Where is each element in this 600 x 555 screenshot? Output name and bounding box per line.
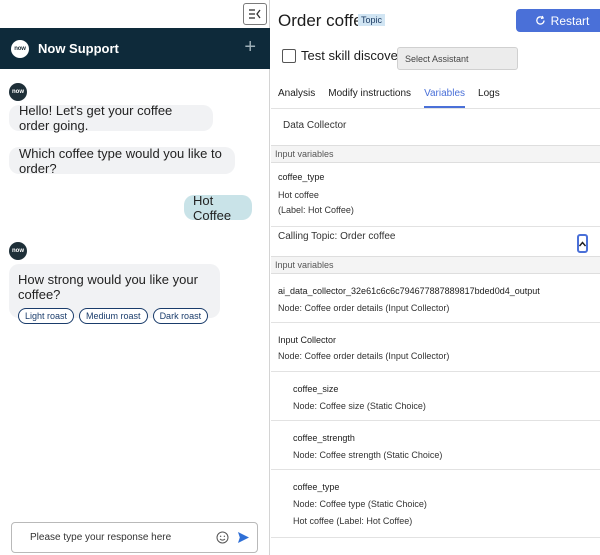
output-var-name: ai_data_collector_32e61c6c6c794677887889…: [278, 286, 540, 296]
chat-panel: now Now Support + now Hello! Let's get y…: [0, 0, 270, 555]
chevron-up-icon: [579, 240, 586, 246]
emoji-icon[interactable]: [216, 531, 229, 544]
calling-topic-text: Calling Topic: Order coffee: [278, 231, 396, 242]
collapse-panel-button[interactable]: [243, 3, 267, 25]
section-divider: [271, 226, 600, 227]
tabs-divider: [271, 108, 600, 109]
restart-button[interactable]: Restart: [516, 9, 600, 32]
collapse-icon: [249, 9, 261, 19]
topic-panel: Order coffee Topic Restart Test skill di…: [271, 0, 600, 555]
input-variables-header: Input variables: [271, 256, 600, 274]
select-assistant-placeholder: Select Assistant: [405, 53, 469, 64]
section-divider: [271, 371, 600, 372]
message-text: How strong would you like your coffee?: [18, 272, 198, 302]
input-collector-node: Node: Coffee order details (Input Collec…: [278, 351, 450, 361]
data-collector-title: Data Collector: [283, 120, 347, 131]
topic-badge: Topic: [358, 14, 386, 26]
option-chips: Light roast Medium roast Dark roast: [18, 308, 211, 324]
bot-avatar: now: [9, 83, 27, 101]
option-dark-roast[interactable]: Dark roast: [152, 308, 209, 324]
coffee-type-name: coffee_type: [293, 482, 340, 492]
var-coffee-type-label: (Label: Hot Coffee): [278, 205, 354, 215]
message-text: Which coffee type would you like to orde…: [19, 145, 222, 176]
coffee-size-node: Node: Coffee size (Static Choice): [293, 401, 426, 411]
restart-label: Restart: [550, 13, 590, 28]
coffee-strength-node: Node: Coffee strength (Static Choice): [293, 450, 443, 460]
output-var-node: Node: Coffee order details (Input Collec…: [278, 303, 450, 313]
tab-logs[interactable]: Logs: [478, 88, 500, 108]
bot-avatar: now: [9, 242, 27, 260]
coffee-strength-name: coffee_strength: [293, 433, 355, 443]
option-light-roast[interactable]: Light roast: [18, 308, 75, 324]
collapse-section-button[interactable]: [577, 234, 588, 253]
test-skill-label: Test skill discovery: [301, 48, 409, 63]
bot-message-strength: How strong would you like your coffee? L…: [9, 264, 220, 324]
test-skill-checkbox[interactable]: [282, 49, 296, 63]
section-divider: [271, 537, 600, 538]
section-divider: [271, 469, 600, 470]
tab-variables[interactable]: Variables: [424, 88, 466, 108]
new-chat-plus-icon[interactable]: +: [244, 37, 256, 57]
input-variables-header: Input variables: [271, 145, 600, 163]
var-coffee-type-name: coffee_type: [278, 172, 325, 182]
tab-analysis[interactable]: Analysis: [278, 88, 315, 108]
coffee-type-node: Node: Coffee type (Static Choice): [293, 499, 427, 509]
section-divider: [271, 420, 600, 421]
chat-input[interactable]: [30, 532, 210, 543]
message-text: Hello! Let's get your coffee order going…: [19, 103, 173, 133]
tab-modify-instructions[interactable]: Modify instructions: [328, 88, 411, 108]
option-medium-roast[interactable]: Medium roast: [79, 308, 148, 324]
send-icon[interactable]: [237, 531, 250, 544]
chat-input-box: [11, 522, 258, 553]
select-assistant-dropdown[interactable]: Select Assistant: [397, 47, 518, 70]
bot-message-greeting: Hello! Let's get your coffee order going…: [9, 103, 213, 133]
section-divider: [271, 322, 600, 323]
coffee-type-value: Hot coffee (Label: Hot Coffee): [293, 516, 413, 526]
chat-header: now Now Support +: [0, 28, 270, 69]
user-message: Hot Coffee: [184, 192, 252, 223]
message-text: Hot Coffee: [193, 192, 232, 223]
chat-title: Now Support: [38, 41, 119, 56]
topic-tabs: Analysis Modify instructions Variables L…: [278, 88, 513, 108]
input-collector-name: Input Collector: [278, 335, 337, 345]
coffee-size-name: coffee_size: [293, 384, 339, 394]
now-logo: now: [11, 39, 29, 58]
bot-message-coffee-type: Which coffee type would you like to orde…: [9, 145, 235, 176]
var-coffee-type-value: Hot coffee: [278, 190, 319, 200]
restart-icon: [535, 15, 545, 25]
